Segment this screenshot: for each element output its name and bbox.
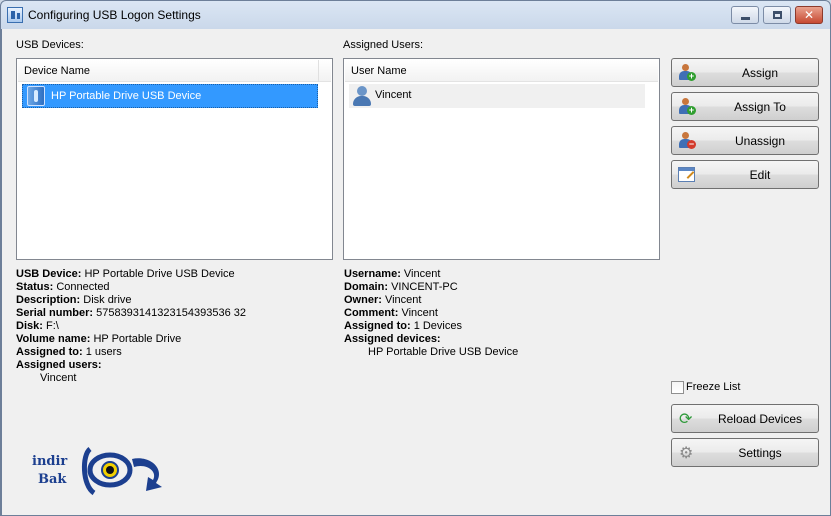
unassign-user-icon: −: [678, 132, 696, 150]
user-name-header-label: User Name: [351, 65, 407, 77]
unassign-button[interactable]: − Unassign: [671, 126, 819, 155]
reload-icon: ⟳: [679, 409, 693, 428]
device-info-assigned-user: Vincent: [40, 372, 77, 384]
edit-icon: [678, 166, 696, 184]
usb-devices-label: USB Devices:: [16, 39, 84, 51]
freeze-list-label: Freeze List: [686, 381, 741, 393]
settings-button[interactable]: ⚙ Settings: [671, 438, 819, 467]
maximize-button[interactable]: [763, 6, 791, 24]
assigned-users-label: Assigned Users:: [343, 39, 424, 51]
user-info-owner: Owner: Vincent: [344, 294, 422, 306]
assign-to-label: Assign To: [734, 100, 786, 114]
user-info-assigned-to: Assigned to: 1 Devices: [344, 320, 462, 332]
assign-to-button[interactable]: + Assign To: [671, 92, 819, 121]
column-separator: [318, 60, 319, 82]
usb-drive-icon: [27, 86, 45, 106]
device-info-disk: Disk: F:\: [16, 320, 59, 332]
user-info-username: Username: Vincent: [344, 268, 441, 280]
user-name-column-header[interactable]: User Name: [345, 60, 658, 82]
device-name-header-label: Device Name: [24, 65, 91, 77]
assign-button[interactable]: + Assign: [671, 58, 819, 87]
close-button[interactable]: ✕: [795, 6, 823, 24]
logo-text-line1: indir: [32, 454, 68, 469]
gear-icon: ⚙: [679, 443, 694, 462]
user-info-domain: Domain: VINCENT-PC: [344, 281, 458, 293]
device-info-description: Description: Disk drive: [16, 294, 132, 306]
app-window: Configuring USB Logon Settings ✕ USB Dev…: [0, 0, 831, 516]
user-name: Vincent: [375, 89, 412, 101]
close-icon: ✕: [803, 8, 815, 22]
device-info-serial: Serial number: 5758393141323154393536 32: [16, 307, 246, 319]
usb-devices-list[interactable]: Device Name HP Portable Drive USB Device: [16, 58, 333, 260]
user-info-assigned-device: HP Portable Drive USB Device: [368, 346, 519, 358]
reload-devices-label: Reload Devices: [717, 412, 803, 426]
list-item-usb-device[interactable]: HP Portable Drive USB Device: [22, 84, 318, 108]
user-info-assigned-devices-label: Assigned devices:: [344, 333, 441, 345]
user-info-panel: Username: Vincent Domain: VINCENT-PC Own…: [344, 268, 518, 359]
unassign-label: Unassign: [734, 134, 786, 148]
edit-label: Edit: [749, 168, 771, 182]
device-info-panel: USB Device: HP Portable Drive USB Device…: [16, 268, 246, 385]
assign-user-icon: +: [678, 64, 696, 82]
edit-button[interactable]: Edit: [671, 160, 819, 189]
device-info-status: Status: Connected: [16, 281, 110, 293]
device-info-usb-device: USB Device: HP Portable Drive USB Device: [16, 268, 235, 280]
user-icon: [351, 85, 373, 107]
freeze-list-checkbox-box[interactable]: [671, 381, 684, 394]
minimize-button[interactable]: [731, 6, 759, 24]
client-area: USB Devices: Device Name HP Portable Dri…: [1, 29, 830, 515]
reload-devices-button[interactable]: ⟳ Reload Devices: [671, 404, 819, 433]
usb-device-name: HP Portable Drive USB Device: [51, 90, 202, 102]
assign-to-user-icon: +: [678, 98, 696, 116]
title-bar[interactable]: Configuring USB Logon Settings ✕: [1, 1, 830, 29]
user-info-comment: Comment: Vincent: [344, 307, 438, 319]
device-info-assigned-to: Assigned to: 1 users: [16, 346, 122, 358]
device-info-assigned-users-label: Assigned users:: [16, 359, 102, 371]
maximize-icon: [773, 11, 782, 19]
logo-text-line2: Bak: [38, 472, 67, 487]
settings-label: Settings: [738, 446, 782, 460]
device-name-column-header[interactable]: Device Name: [18, 60, 331, 82]
window-title: Configuring USB Logon Settings: [28, 8, 201, 22]
list-item-user[interactable]: Vincent: [349, 84, 645, 108]
assigned-users-list[interactable]: User Name Vincent: [343, 58, 660, 260]
assign-label: Assign: [741, 66, 779, 80]
indirbak-logo: indir Bak: [32, 445, 174, 497]
minimize-icon: [741, 17, 750, 20]
app-usb-icon: [7, 7, 23, 23]
logo-eye-icon: [82, 447, 162, 496]
device-info-volume: Volume name: HP Portable Drive: [16, 333, 182, 345]
